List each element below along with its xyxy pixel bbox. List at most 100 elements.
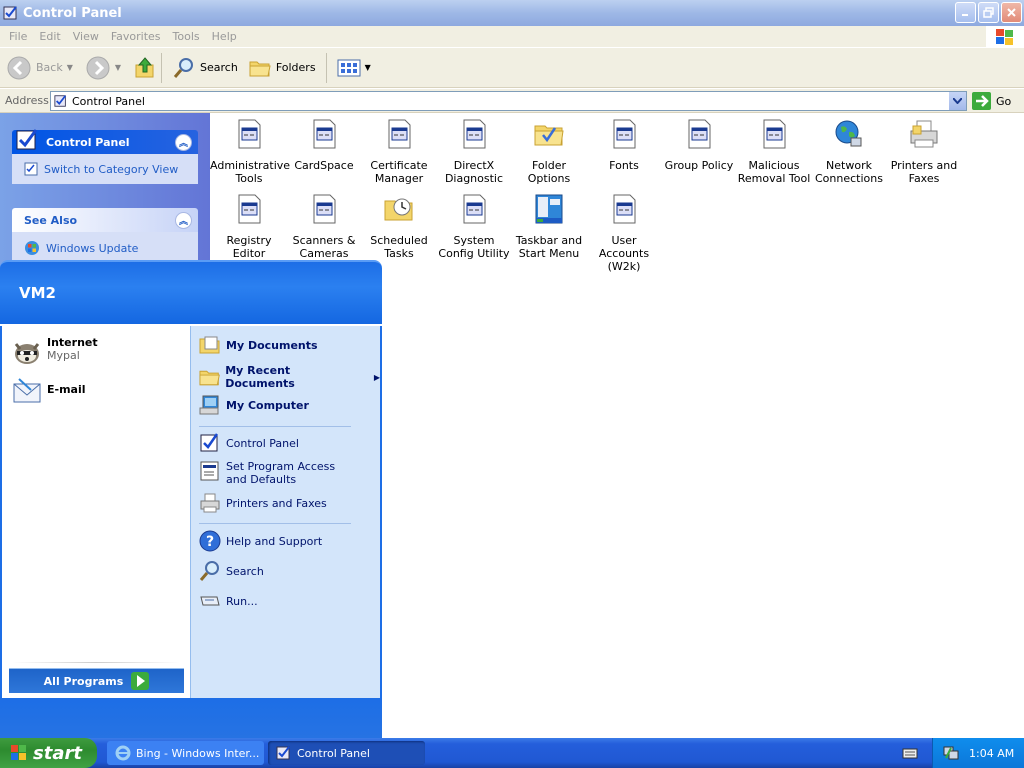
chevron-down-icon: ▼ (114, 63, 122, 72)
views-button[interactable]: ▼ (337, 58, 371, 78)
title-bar: Control Panel (0, 0, 1024, 26)
folder-options-icon (534, 125, 564, 146)
pinned-email[interactable]: E-mail (11, 376, 86, 408)
search-button[interactable]: Search (172, 56, 238, 80)
applet-icon (313, 194, 336, 224)
taskbar-button-control-panel[interactable]: Control Panel (268, 741, 425, 765)
taskbar-button-browser[interactable]: Bing - Windows Inter... (107, 741, 264, 765)
chevron-down-icon: ▼ (66, 63, 73, 72)
applet-icon (763, 119, 786, 149)
system-tray: 1:04 AM (932, 738, 1024, 768)
menu-view[interactable]: View (73, 30, 99, 43)
folders-icon (249, 61, 271, 76)
switch-to-category-view-link[interactable]: Switch to Category View (24, 162, 198, 176)
restore-button[interactable] (978, 2, 999, 23)
item-directx-diagnostic[interactable]: DirectX Diagnostic (435, 116, 513, 185)
menu-bar: File Edit View Favorites Tools Help (0, 26, 1024, 48)
menu-favorites[interactable]: Favorites (111, 30, 161, 43)
item-fonts[interactable]: Fonts (585, 116, 663, 172)
help-and-support-item[interactable]: ? Help and Support (199, 530, 322, 552)
category-view-icon (24, 162, 38, 176)
applet-icon (313, 119, 336, 149)
item-scanners-cameras[interactable]: Scanners & Cameras (285, 191, 363, 260)
item-certificate-manager[interactable]: Certificate Manager (360, 116, 438, 185)
applet-icon (238, 119, 261, 149)
item-cardspace[interactable]: CardSpace (285, 116, 363, 172)
my-computer-item[interactable]: My Computer (199, 394, 309, 416)
my-documents-item[interactable]: My Documents (199, 334, 318, 356)
close-button[interactable] (1001, 2, 1022, 23)
item-system-config-utility[interactable]: System Config Utility (435, 191, 513, 260)
window-title: Control Panel (23, 5, 122, 21)
item-network-connections[interactable]: Network Connections (810, 116, 888, 185)
up-folder-button[interactable] (133, 56, 157, 80)
search-icon (199, 561, 219, 581)
folders-button[interactable]: Folders (248, 57, 316, 79)
pinned-internet[interactable]: Internet Mypal (11, 336, 98, 368)
menu-tools[interactable]: Tools (173, 30, 200, 43)
my-computer-icon (199, 395, 219, 415)
control-panel-icon (200, 433, 219, 452)
control-panel-icon (276, 746, 290, 760)
control-panel-panel-header[interactable]: Control Panel ︽ (12, 129, 198, 154)
run-item[interactable]: Run... (199, 590, 258, 612)
menu-help[interactable]: Help (212, 30, 237, 43)
help-icon: ? (199, 530, 221, 552)
minimize-button[interactable] (955, 2, 976, 23)
back-button[interactable]: Back ▼ (6, 55, 73, 81)
folder-icon (199, 370, 220, 386)
printers-and-faxes-item[interactable]: Printers and Faxes (199, 492, 327, 514)
collapse-icon[interactable]: ︽ (175, 133, 192, 151)
item-user-accounts-w2k[interactable]: User Accounts (W2k) (585, 191, 663, 273)
applet-icon (688, 119, 711, 149)
printer-icon (910, 120, 938, 148)
item-administrative-tools[interactable]: Administrative Tools (210, 116, 290, 185)
item-registry-editor[interactable]: Registry Editor (210, 191, 288, 260)
control-panel-item[interactable]: Control Panel (199, 432, 299, 454)
collapse-icon[interactable]: ︽ (175, 211, 192, 229)
item-taskbar-and-start-menu[interactable]: Taskbar and Start Menu (510, 191, 588, 260)
see-also-panel-header[interactable]: See Also ︽ (12, 208, 198, 232)
item-group-policy[interactable]: Group Policy (660, 116, 738, 172)
applet-icon (613, 194, 636, 224)
start-menu-places: My Documents My Recent Documents ▶ My Co… (190, 326, 380, 698)
go-button[interactable]: Go (972, 92, 1011, 110)
start-button[interactable]: start (0, 738, 97, 768)
email-envelope-icon (13, 378, 41, 403)
menu-edit[interactable]: Edit (39, 30, 60, 43)
control-panel-icon (3, 6, 17, 20)
clock[interactable]: 1:04 AM (969, 747, 1014, 760)
search-item[interactable]: Search (199, 560, 264, 582)
windows-update-link[interactable]: Windows Update (24, 240, 198, 256)
item-malicious-removal-tool[interactable]: Malicious Removal Tool (735, 116, 813, 185)
address-dropdown-button[interactable] (949, 92, 966, 110)
applet-icon (463, 119, 486, 149)
address-bar: Address Control Panel Go (0, 89, 1024, 113)
keyboard-icon[interactable] (902, 746, 918, 763)
menu-file[interactable]: File (9, 30, 27, 43)
run-icon (200, 596, 220, 606)
svg-text:?: ? (206, 534, 214, 550)
applet-icon (613, 119, 636, 149)
search-icon (173, 57, 194, 78)
my-recent-documents-item[interactable]: My Recent Documents ▶ (199, 364, 380, 390)
green-arrow-icon (131, 672, 150, 690)
item-scheduled-tasks[interactable]: Scheduled Tasks (360, 191, 438, 260)
item-folder-options[interactable]: Folder Options (510, 116, 588, 185)
address-label: Address (5, 94, 49, 107)
control-panel-icon (54, 95, 67, 107)
set-program-access-item[interactable]: Set Program Access and Defaults (199, 460, 351, 486)
forward-button[interactable]: ▼ (85, 55, 121, 81)
item-printers-and-faxes[interactable]: Printers and Faxes (885, 116, 963, 185)
all-programs-button[interactable]: All Programs (9, 668, 184, 693)
address-input[interactable]: Control Panel (50, 91, 967, 111)
user-name: VM2 (19, 284, 56, 302)
applet-icon (238, 194, 261, 224)
network-tray-icon[interactable] (943, 745, 959, 761)
back-arrow-icon (7, 56, 31, 79)
scheduled-tasks-icon (384, 198, 413, 221)
control-panel-panel: Control Panel ︽ Switch to Category View (12, 129, 198, 184)
set-program-access-icon (200, 461, 219, 481)
task-pane: Control Panel ︽ Switch to Category View … (0, 113, 210, 273)
start-menu-pinned: Internet Mypal E-mail All Programs (2, 326, 190, 698)
